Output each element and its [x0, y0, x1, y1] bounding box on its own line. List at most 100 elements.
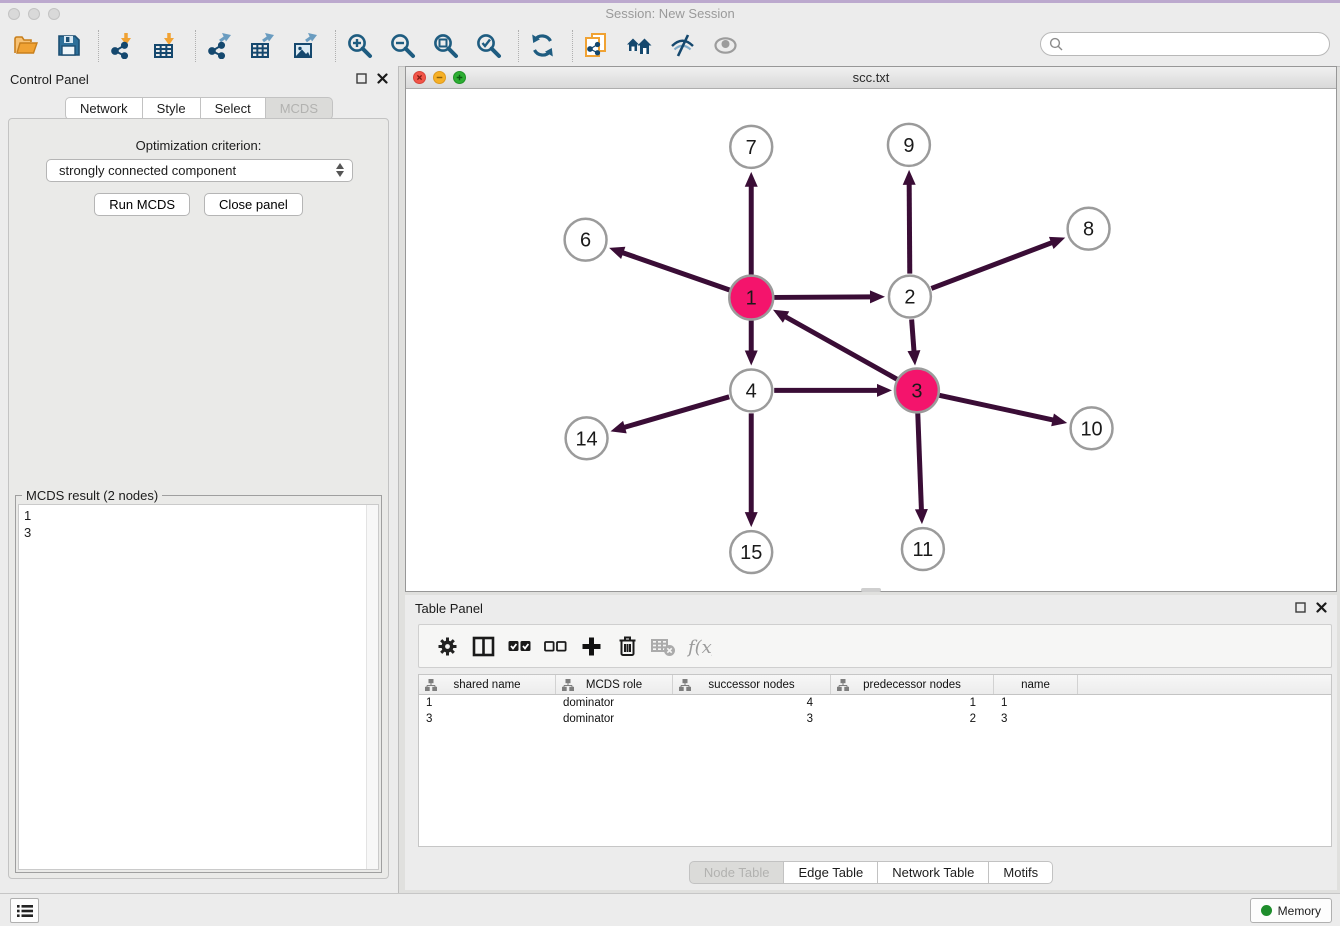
edge-arrow-1-7: [745, 172, 758, 187]
splitter-handle[interactable]: [861, 588, 881, 592]
tab-node-table[interactable]: Node Table: [689, 861, 785, 884]
network-canvas[interactable]: 7 9 6 8 1 2 4 3 14 10 15 11: [406, 89, 1336, 591]
tab-mcds[interactable]: MCDS: [266, 97, 333, 120]
zoom-selected-icon[interactable]: [473, 31, 503, 61]
edge-arrow-1-2: [870, 290, 885, 303]
table-row-2[interactable]: 3dominator323: [419, 711, 1331, 727]
cell-name[interactable]: 3: [994, 711, 1078, 727]
search-input[interactable]: [1063, 34, 1329, 54]
import-table-icon[interactable]: [150, 31, 180, 61]
column-header-MCDS-role[interactable]: MCDS role: [556, 675, 673, 694]
mcds-result-title: MCDS result (2 nodes): [22, 488, 162, 503]
close-panel-icon[interactable]: [377, 73, 388, 84]
graph-node-3[interactable]: 3: [895, 368, 939, 412]
open-session-icon[interactable]: [10, 31, 40, 61]
refresh-layout-icon[interactable]: [527, 31, 557, 61]
edge-3-10[interactable]: [939, 395, 1054, 420]
close-table-panel-icon[interactable]: [1316, 602, 1327, 613]
column-header-name[interactable]: name: [994, 675, 1078, 694]
column-header-successor-nodes[interactable]: successor nodes: [673, 675, 831, 694]
export-table-icon[interactable]: [247, 31, 277, 61]
float-table-panel-icon[interactable]: [1295, 602, 1306, 613]
network-graph[interactable]: 7 9 6 8 1 2 4 3 14 10 15 11: [406, 89, 1336, 591]
tab-style[interactable]: Style: [143, 97, 201, 120]
table-row-1[interactable]: 1dominator411: [419, 695, 1331, 711]
split-view-icon[interactable]: [465, 631, 501, 661]
node-label-9: 9: [903, 135, 914, 157]
edge-3-1[interactable]: [784, 316, 897, 379]
deselect-all-icon[interactable]: [537, 631, 573, 661]
control-panel: Control Panel NetworkStyleSelectMCDS Opt…: [0, 66, 399, 893]
graph-node-8[interactable]: 8: [1068, 208, 1110, 250]
node-table: shared nameMCDS rolesuccessor nodesprede…: [418, 674, 1332, 847]
float-panel-icon[interactable]: [356, 73, 367, 84]
cell-MCDS-role[interactable]: dominator: [556, 695, 673, 711]
delete-column-icon[interactable]: [609, 631, 645, 661]
zoom-in-icon[interactable]: [344, 31, 374, 61]
svg-text:f(x): f(x): [687, 637, 712, 658]
graph-node-14[interactable]: 14: [566, 417, 608, 459]
cell-predecessor-nodes[interactable]: 2: [831, 711, 994, 727]
run-mcds-button[interactable]: Run MCDS: [94, 193, 190, 216]
edge-4-14[interactable]: [623, 397, 729, 428]
task-list-icon: [16, 904, 34, 918]
criterion-dropdown[interactable]: strongly connected component: [46, 159, 353, 182]
edge-2-9[interactable]: [909, 183, 910, 274]
cell-MCDS-role[interactable]: dominator: [556, 711, 673, 727]
cell-predecessor-nodes[interactable]: 1: [831, 695, 994, 711]
column-header-predecessor-nodes[interactable]: predecessor nodes: [831, 675, 994, 694]
app-titlebar: Session: New Session: [0, 3, 1340, 25]
settings-icon[interactable]: [429, 631, 465, 661]
first-neighbors-icon[interactable]: [624, 31, 654, 61]
dropdown-stepper-icon: [336, 163, 344, 177]
tab-network-table[interactable]: Network Table: [878, 861, 989, 884]
graph-node-15[interactable]: 15: [730, 531, 772, 573]
save-session-icon[interactable]: [53, 31, 83, 61]
add-column-icon[interactable]: [573, 631, 609, 661]
tab-edge-table[interactable]: Edge Table: [784, 861, 878, 884]
mcds-result-area[interactable]: 1 3: [18, 504, 379, 870]
graph-node-7[interactable]: 7: [730, 126, 772, 168]
close-panel-button[interactable]: Close panel: [204, 193, 303, 216]
task-manager-button[interactable]: [10, 898, 39, 923]
new-network-from-selection-icon[interactable]: [581, 31, 611, 61]
column-header-shared-name[interactable]: shared name: [419, 675, 556, 694]
node-label-10: 10: [1080, 418, 1102, 440]
hide-selected-icon[interactable]: [667, 31, 697, 61]
edge-1-6[interactable]: [621, 252, 729, 290]
graph-node-11[interactable]: 11: [902, 528, 944, 570]
graph-node-1[interactable]: 1: [729, 276, 773, 320]
search-box[interactable]: [1040, 32, 1330, 56]
graph-node-4[interactable]: 4: [730, 369, 772, 411]
node-label-6: 6: [580, 230, 591, 252]
cell-name[interactable]: 1: [994, 695, 1078, 711]
edge-2-3[interactable]: [912, 319, 914, 352]
cell-successor-nodes[interactable]: 3: [673, 711, 831, 727]
cell-shared-name[interactable]: 1: [419, 695, 556, 711]
zoom-fit-icon[interactable]: [430, 31, 460, 61]
graph-node-2[interactable]: 2: [889, 276, 931, 318]
optimization-criterion-label: Optimization criterion:: [9, 138, 388, 153]
import-network-icon[interactable]: [107, 31, 137, 61]
graph-node-10[interactable]: 10: [1071, 407, 1113, 449]
tab-select[interactable]: Select: [201, 97, 266, 120]
node-label-3: 3: [911, 380, 922, 402]
export-image-icon[interactable]: [290, 31, 320, 61]
result-scrollbar[interactable]: [366, 505, 378, 869]
zoom-out-icon[interactable]: [387, 31, 417, 61]
cell-successor-nodes[interactable]: 4: [673, 695, 831, 711]
show-all-icon[interactable]: [710, 31, 740, 61]
select-all-icon[interactable]: [501, 631, 537, 661]
network-window-titlebar[interactable]: scc.txt: [406, 67, 1336, 89]
memory-button[interactable]: Memory: [1250, 898, 1332, 923]
node-label-1: 1: [746, 288, 757, 310]
edge-1-2[interactable]: [774, 297, 872, 298]
edge-2-8[interactable]: [931, 242, 1053, 288]
cell-shared-name[interactable]: 3: [419, 711, 556, 727]
export-network-icon[interactable]: [204, 31, 234, 61]
tab-motifs[interactable]: Motifs: [989, 861, 1053, 884]
tab-network[interactable]: Network: [65, 97, 143, 120]
edge-3-11[interactable]: [918, 413, 922, 511]
graph-node-6[interactable]: 6: [565, 219, 607, 261]
graph-node-9[interactable]: 9: [888, 124, 930, 166]
